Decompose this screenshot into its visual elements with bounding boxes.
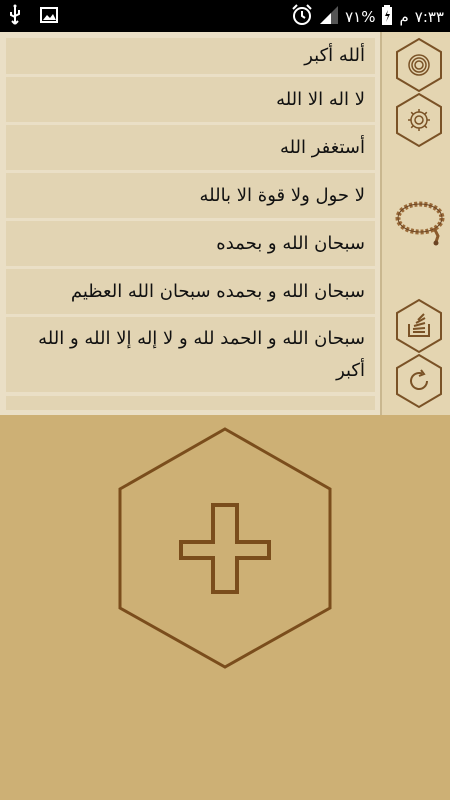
dhikr-text: لا حول ولا قوة الا بالله <box>199 184 365 206</box>
dhikr-item[interactable]: أستغفر الله <box>6 125 375 173</box>
signal-icon <box>319 5 339 29</box>
dhikr-text: لا اله الا الله <box>276 88 365 110</box>
dhikr-item[interactable]: سبحان الله و الحمد لله و لا إله إلا الله… <box>6 317 375 395</box>
status-bar: ٧١% م ٧:٣٣ <box>0 0 450 32</box>
settings-button[interactable] <box>394 92 444 152</box>
reset-button[interactable] <box>394 353 444 413</box>
dhikr-list[interactable]: ألله أكبر لا اله الا الله أستغفر الله لا… <box>6 38 375 410</box>
dhikr-item[interactable]: سبحان الله و بحمده سبحان الله العظيم <box>6 269 375 317</box>
increment-button[interactable] <box>118 427 332 669</box>
dhikr-text: أستغفر الله <box>279 136 365 158</box>
list-overflow <box>6 396 375 410</box>
dhikr-text: سبحان الله و بحمده <box>216 232 365 254</box>
usb-icon <box>8 4 22 30</box>
dhikr-text: سبحان الله و الحمد لله و لا إله إلا الله… <box>38 327 365 381</box>
dhikr-item[interactable]: ألله أكبر <box>6 38 375 77</box>
gear-icon <box>408 109 430 131</box>
side-panel <box>380 32 450 415</box>
refresh-icon <box>410 369 428 390</box>
battery-icon <box>381 4 393 30</box>
image-icon <box>40 7 58 27</box>
dhikr-text: ألله أكبر <box>304 45 365 66</box>
prayer-beads-button[interactable] <box>392 194 448 252</box>
stack-icon <box>408 313 430 337</box>
vibrate-settings-button[interactable] <box>394 37 444 97</box>
dhikr-item[interactable]: لا اله الا الله <box>6 77 375 125</box>
counter-area <box>0 415 450 800</box>
status-ampm: م <box>399 8 409 26</box>
status-time: ٧:٣٣ <box>414 8 444 26</box>
vibrate-settings-icon <box>408 54 430 76</box>
dhikr-item[interactable]: سبحان الله و بحمده <box>6 221 375 269</box>
prayer-beads-icon <box>395 201 445 246</box>
dhikr-list-button[interactable] <box>394 298 444 358</box>
plus-icon <box>179 503 271 594</box>
alarm-icon <box>291 4 313 30</box>
battery-percent: ٧١% <box>345 8 376 26</box>
dhikr-item[interactable]: لا حول ولا قوة الا بالله <box>6 173 375 221</box>
dhikr-text: سبحان الله و بحمده سبحان الله العظيم <box>70 280 365 302</box>
